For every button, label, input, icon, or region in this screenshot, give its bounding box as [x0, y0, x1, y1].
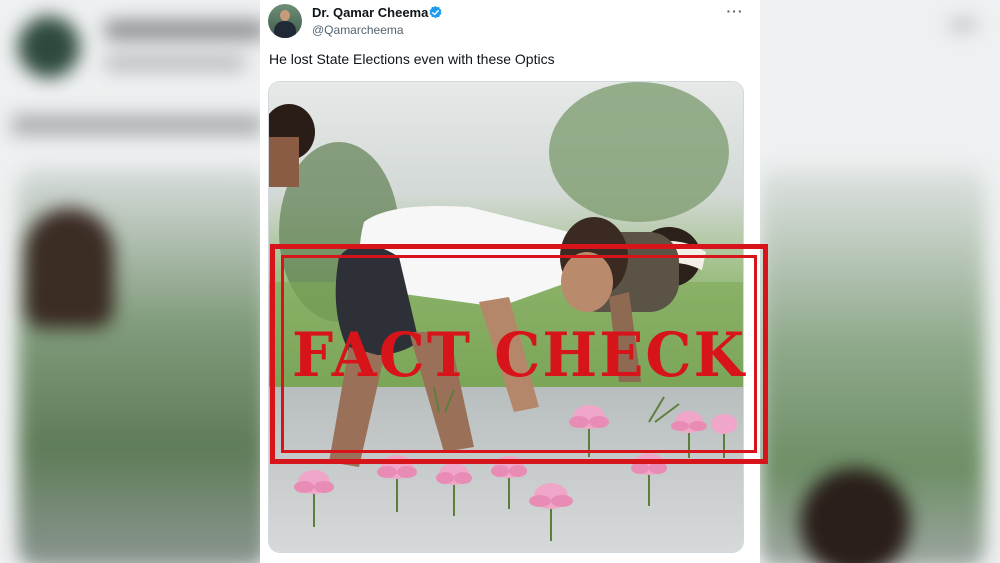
bg-dots: [950, 20, 976, 30]
bg-name: [105, 20, 265, 40]
avatar-body: [274, 21, 296, 38]
display-name[interactable]: Dr. Qamar Cheema: [312, 5, 428, 20]
avatar[interactable]: [268, 4, 302, 38]
fact-check-stamp: FACT CHECK: [270, 244, 768, 464]
bg-photo-person: [800, 468, 910, 563]
fact-check-text: FACT CHECK: [291, 319, 747, 391]
verified-badge-icon: [429, 5, 442, 19]
tweet-text: He lost State Elections even with these …: [269, 51, 555, 67]
bg-photo-head: [24, 208, 114, 328]
more-horizontal-icon[interactable]: ···: [724, 4, 746, 22]
bg-photo-left: [18, 168, 268, 563]
avatar-face: [280, 10, 290, 21]
bg-photo-right: [760, 168, 985, 563]
bg-avatar: [18, 16, 80, 78]
user-handle[interactable]: @Qamarcheema: [312, 23, 404, 37]
bg-text: [12, 115, 262, 135]
bg-handle: [105, 55, 245, 71]
